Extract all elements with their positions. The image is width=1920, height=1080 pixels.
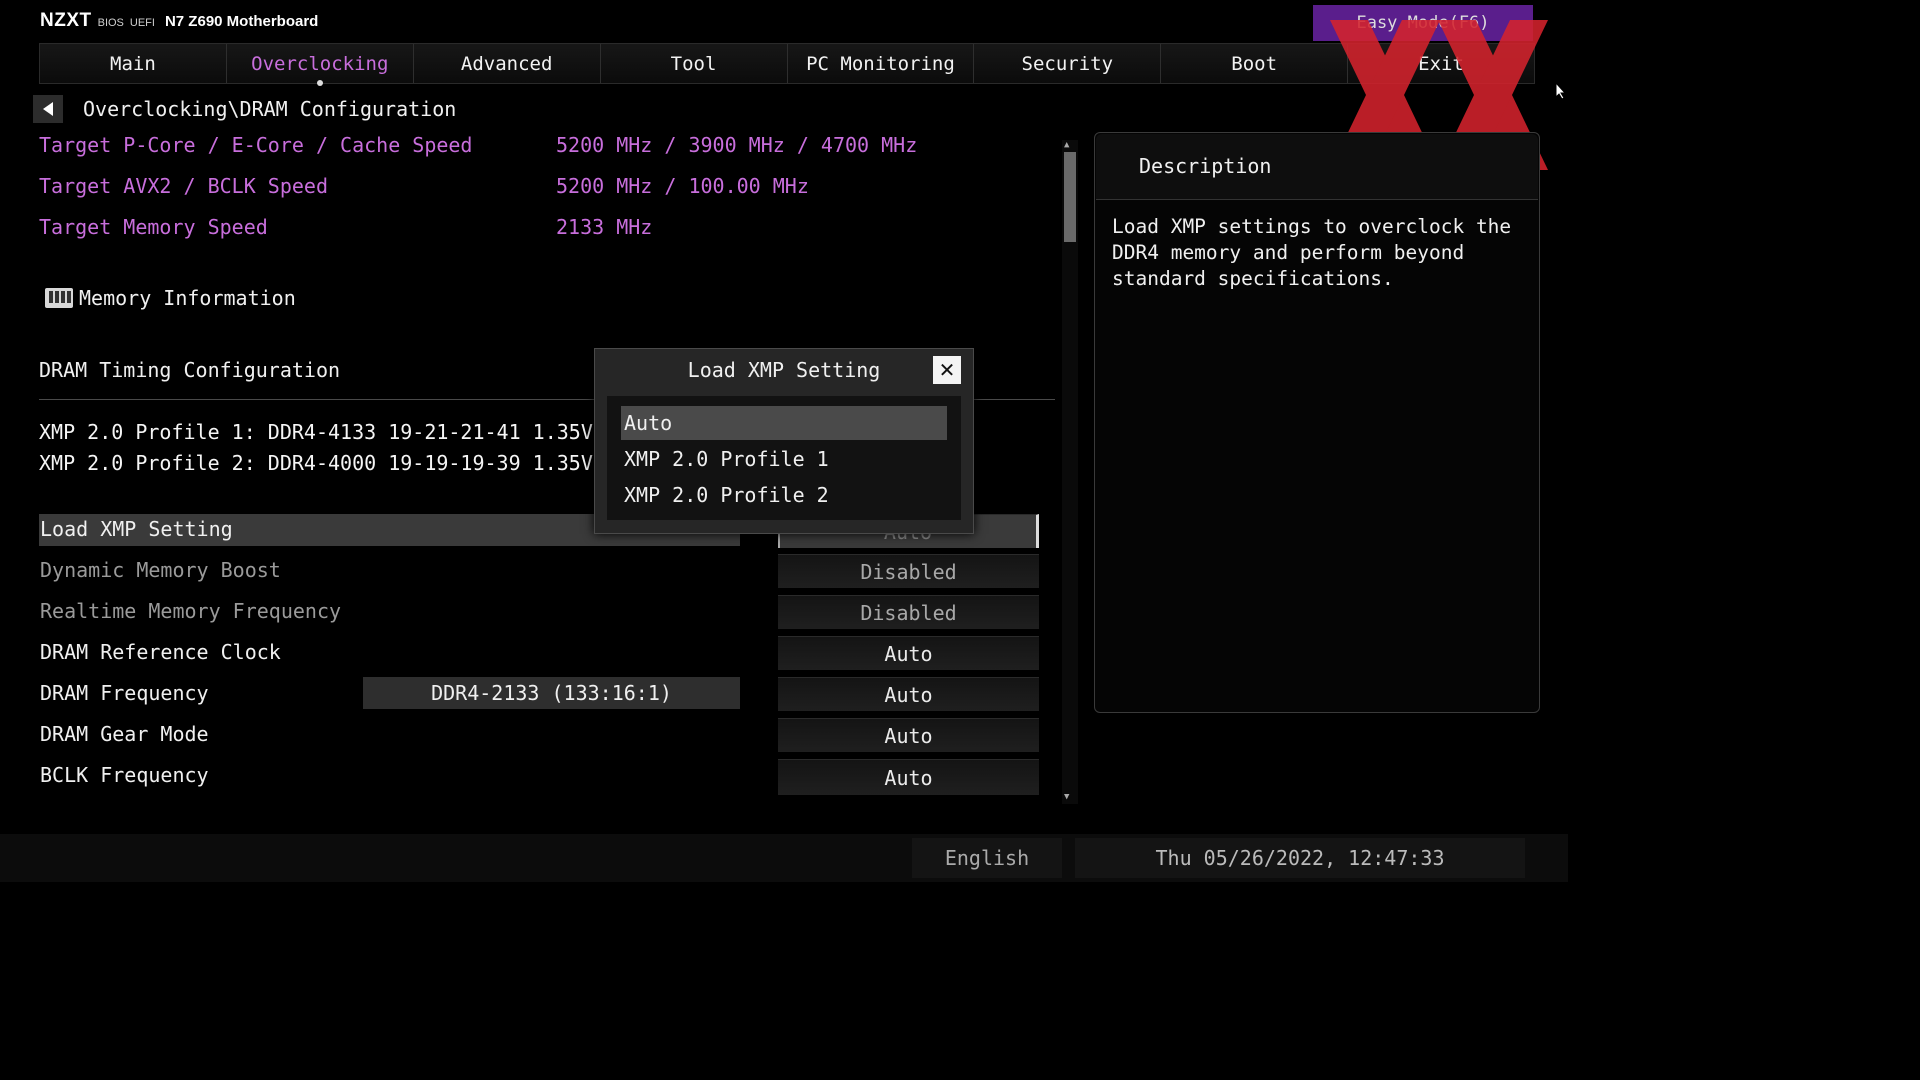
breadcrumb: Overclocking\DRAM Configuration: [83, 97, 457, 121]
setting-value-dram-gear-mode[interactable]: Auto: [778, 718, 1039, 752]
target-value-avx2: 5200 MHz / 100.00 MHz: [556, 174, 809, 198]
setting-label-realtime-memory-frequency[interactable]: Realtime Memory Frequency: [40, 599, 341, 623]
dram-frequency-info: DDR4-2133 (133:16:1): [363, 677, 740, 709]
target-value-memory: 2133 MHz: [556, 215, 653, 239]
target-label-pcore: Target P-Core / E-Core / Cache Speed: [39, 133, 473, 157]
setting-value-dram-frequency[interactable]: Auto: [778, 677, 1039, 711]
main-tabs: Main Overclocking Advanced Tool PC Monit…: [39, 43, 1535, 86]
xmp-profile-2-info: XMP 2.0 Profile 2: DDR4-4000 19-19-19-39…: [39, 451, 654, 475]
back-button[interactable]: [33, 95, 63, 123]
setting-label-load-xmp[interactable]: Load XMP Setting: [40, 517, 233, 541]
tab-tool[interactable]: Tool: [600, 44, 788, 83]
dialog-option-xmp-profile-1[interactable]: XMP 2.0 Profile 1: [621, 442, 947, 476]
scroll-down-icon[interactable]: ▼: [1064, 792, 1069, 802]
target-label-memory: Target Memory Speed: [39, 215, 268, 239]
memory-information-link[interactable]: Memory Information: [45, 286, 296, 310]
tab-pc-monitoring[interactable]: PC Monitoring: [787, 44, 975, 83]
target-label-avx2: Target AVX2 / BCLK Speed: [39, 174, 328, 198]
setting-value-dynamic-memory-boost[interactable]: Disabled: [778, 554, 1039, 588]
tab-overclocking[interactable]: Overclocking: [226, 44, 414, 86]
language-selector[interactable]: English: [912, 838, 1062, 878]
dialog-option-auto[interactable]: Auto: [621, 406, 947, 440]
description-title: Description: [1139, 154, 1272, 178]
setting-label-dynamic-memory-boost[interactable]: Dynamic Memory Boost: [40, 558, 281, 582]
mouse-cursor-icon: [1555, 82, 1567, 100]
dialog-title: Load XMP Setting: [687, 358, 881, 382]
date-time-display[interactable]: Thu 05/26/2022, 12:47:33: [1075, 838, 1525, 878]
close-icon[interactable]: ✕: [933, 356, 961, 384]
setting-value-realtime-memory-frequency[interactable]: Disabled: [778, 595, 1039, 629]
tab-boot[interactable]: Boot: [1161, 44, 1349, 83]
tab-security[interactable]: Security: [974, 44, 1162, 83]
brand-logo: NZXT: [40, 10, 92, 31]
setting-label-dram-gear-mode[interactable]: DRAM Gear Mode: [40, 722, 209, 746]
memory-information-label: Memory Information: [79, 286, 296, 310]
uefi-label: UEFI: [129, 17, 155, 29]
scrollbar-thumb[interactable]: [1064, 152, 1076, 242]
setting-value-bclk-frequency[interactable]: Auto: [778, 759, 1039, 795]
setting-label-dram-frequency[interactable]: DRAM Frequency: [40, 681, 209, 705]
bios-label: BIOS: [97, 17, 124, 29]
setting-label-bclk-frequency[interactable]: BCLK Frequency: [40, 763, 209, 787]
tab-advanced[interactable]: Advanced: [413, 44, 601, 83]
setting-value-dram-reference-clock[interactable]: Auto: [778, 636, 1039, 670]
description-text: Load XMP settings to overclock the DDR4 …: [1112, 215, 1512, 290]
memory-module-icon: [45, 288, 73, 308]
back-arrow-icon: [43, 102, 53, 116]
tab-main[interactable]: Main: [40, 44, 227, 83]
xmp-profile-1-info: XMP 2.0 Profile 1: DDR4-4133 19-21-21-41…: [39, 420, 654, 444]
setting-label-dram-reference-clock[interactable]: DRAM Reference Clock: [40, 640, 281, 664]
motherboard-model: N7 Z690 Motherboard: [164, 13, 319, 30]
scroll-up-icon[interactable]: ▲: [1064, 140, 1069, 150]
target-value-pcore: 5200 MHz / 3900 MHz / 4700 MHz: [556, 133, 918, 157]
bios-brand: NZXT BIOS UEFI N7 Z690 Motherboard: [40, 10, 318, 32]
dialog-option-xmp-profile-2[interactable]: XMP 2.0 Profile 2: [621, 478, 947, 512]
dram-timing-configuration-link[interactable]: DRAM Timing Configuration: [39, 358, 340, 382]
